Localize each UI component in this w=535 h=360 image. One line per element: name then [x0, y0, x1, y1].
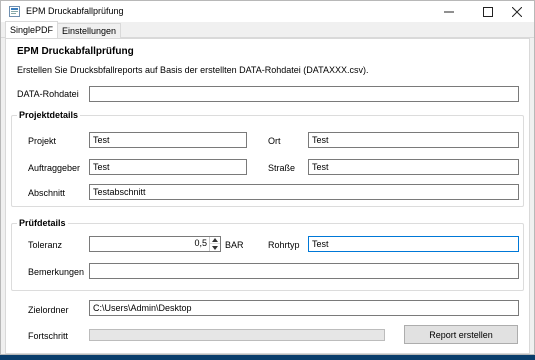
bemerkungen-input[interactable] — [89, 263, 519, 279]
app-icon — [9, 6, 20, 17]
pruef-details-group — [11, 223, 524, 291]
ort-label: Ort — [268, 136, 281, 146]
desktop-taskbar — [0, 355, 535, 360]
bemerkungen-label: Bemerkungen — [28, 267, 85, 277]
zielordner-label: Zielordner — [28, 305, 69, 315]
strasse-label: Straße — [268, 163, 296, 173]
fortschritt-label: Fortschritt — [28, 331, 69, 341]
stepper-buttons — [209, 237, 220, 251]
page-subtitle: Erstellen Sie Drucksbfallreports auf Bas… — [17, 65, 369, 75]
abschnitt-label: Abschnitt — [28, 188, 66, 198]
rohrtyp-input[interactable]: Test — [308, 236, 519, 252]
toleranz-label: Toleranz — [28, 240, 63, 250]
rohrtyp-label: Rohrtyp — [268, 240, 300, 250]
minimize-button[interactable] — [432, 1, 466, 22]
tab-einstellungen[interactable]: Einstellungen — [57, 23, 122, 38]
stepper-up-button[interactable] — [210, 237, 220, 244]
page-title: EPM Druckabfallprüfung — [17, 46, 134, 57]
pruef-details-title: Prüfdetails — [17, 218, 68, 228]
close-icon — [512, 6, 522, 17]
projekt-input[interactable]: Test — [89, 132, 247, 148]
projekt-label: Projekt — [28, 136, 57, 146]
tab-strip: SinglePDF Einstellungen — [1, 21, 534, 39]
toleranz-stepper[interactable]: 0,5 — [89, 236, 221, 252]
maximize-icon — [483, 6, 493, 17]
tab-singlepdf[interactable]: SinglePDF — [5, 21, 59, 39]
progress-bar — [89, 329, 385, 341]
data-file-label: DATA-Rohdatei — [17, 89, 79, 99]
chevron-down-icon — [212, 245, 218, 250]
tab-panel-singlepdf: EPM Druckabfallprüfung Erstellen Sie Dru… — [5, 38, 530, 354]
report-erstellen-button[interactable]: Report erstellen — [404, 325, 518, 344]
toleranz-unit: BAR — [225, 240, 244, 250]
minimize-icon — [444, 11, 454, 12]
app-window: EPM Druckabfallprüfung SinglePDF Einstel… — [0, 0, 535, 355]
data-file-input[interactable] — [89, 86, 519, 102]
auftraggeber-label: Auftraggeber — [28, 163, 81, 173]
project-details-title: Projektdetails — [17, 110, 81, 120]
stepper-down-button[interactable] — [210, 244, 220, 251]
abschnitt-input[interactable]: Testabschnitt — [89, 184, 519, 200]
title-bar[interactable]: EPM Druckabfallprüfung — [1, 1, 534, 22]
zielordner-input[interactable]: C:\Users\Admin\Desktop — [89, 300, 519, 316]
close-button[interactable] — [500, 1, 534, 22]
auftraggeber-input[interactable]: Test — [89, 159, 247, 175]
window-title: EPM Druckabfallprüfung — [26, 6, 124, 16]
strasse-input[interactable]: Test — [308, 159, 519, 175]
ort-input[interactable]: Test — [308, 132, 519, 148]
chevron-up-icon — [212, 238, 218, 242]
toleranz-value: 0,5 — [194, 238, 207, 248]
